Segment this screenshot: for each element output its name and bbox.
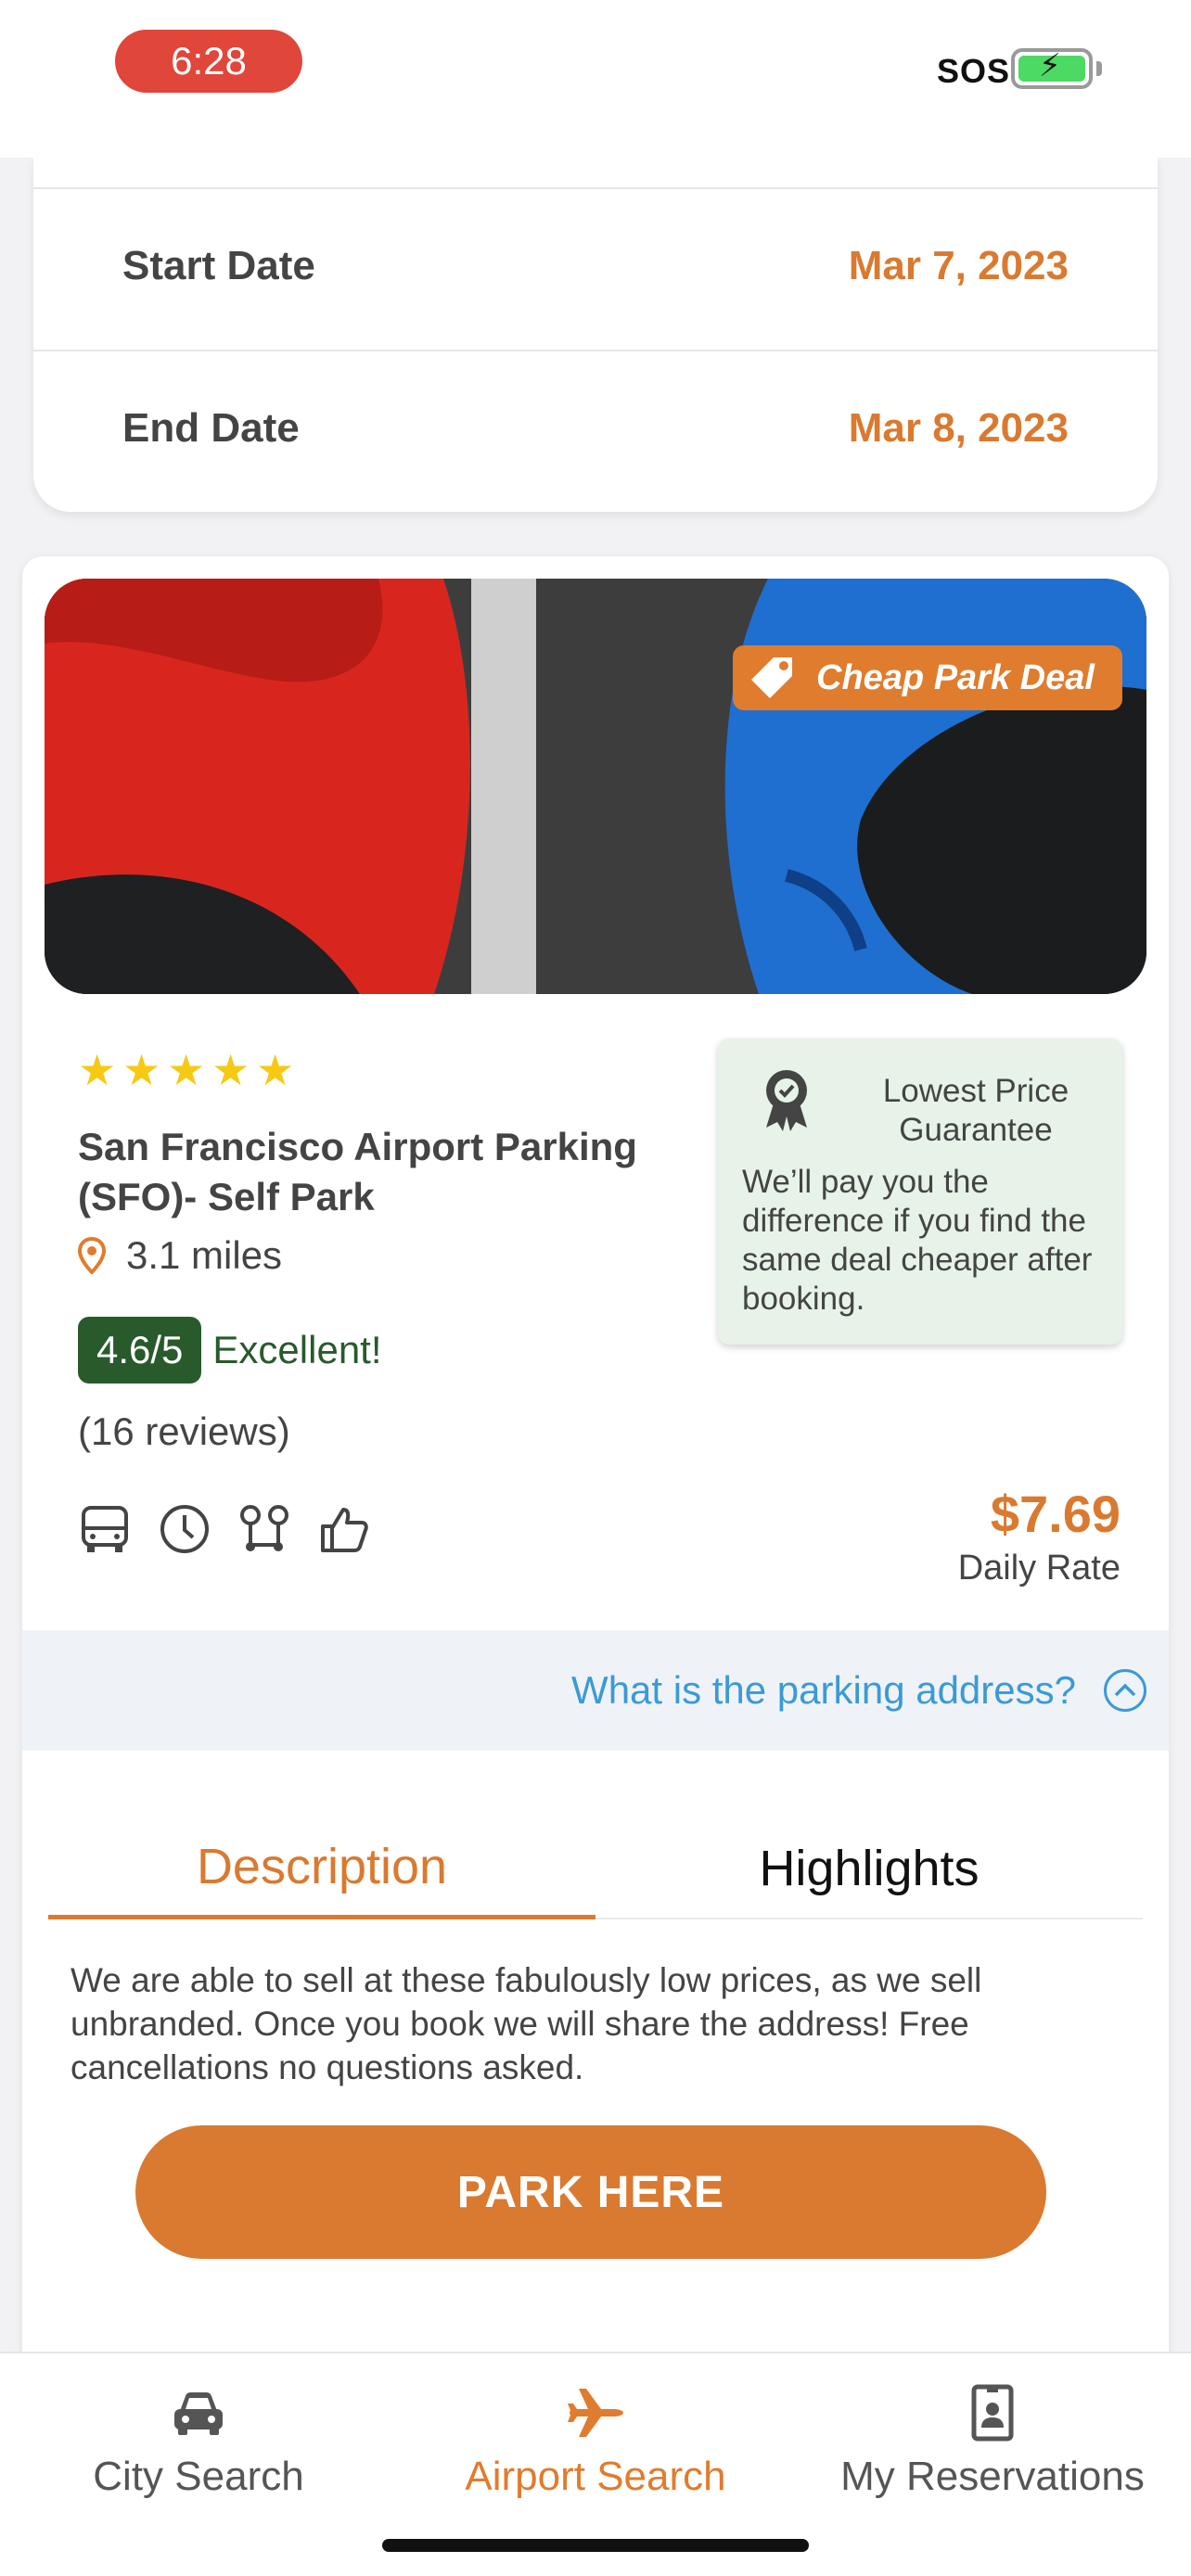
deal-tag-label: Cheap Park Deal	[816, 657, 1095, 697]
battery-nub	[1096, 61, 1102, 76]
status-time: 6:28	[115, 30, 302, 93]
price-guarantee-box: Lowest Price Guarantee We’ll pay you the…	[718, 1039, 1122, 1345]
route-icon	[240, 1505, 288, 1551]
park-here-button[interactable]: PARK HERE	[135, 2125, 1046, 2259]
reviews-count[interactable]: (16 reviews)	[78, 1409, 290, 1454]
rating-row: 4.6/5 Excellent!	[78, 1317, 382, 1384]
battery-icon: ⚡	[1011, 48, 1093, 89]
carrier-label: SOS	[937, 52, 1011, 90]
address-question-link[interactable]: What is the parking address?	[571, 1668, 1076, 1713]
address-question-bar[interactable]: What is the parking address?	[22, 1630, 1169, 1751]
end-date-value[interactable]: Mar 8, 2023	[849, 405, 1069, 452]
end-date-row[interactable]: End Date Mar 8, 2023	[33, 350, 1158, 512]
guarantee-title: Lowest Price Guarantee	[882, 1073, 1069, 1148]
award-ribbon-icon	[766, 1070, 807, 1131]
daily-price: $7.69	[990, 1485, 1121, 1543]
chevron-up-icon[interactable]	[1104, 1669, 1146, 1712]
status-bar: 6:28 SOS ⚡	[0, 0, 1191, 158]
star-icon: ★	[256, 1046, 295, 1094]
id-badge-icon	[971, 2384, 1014, 2442]
car-icon	[174, 2392, 223, 2435]
screen: 6:28 SOS ⚡ Start Date Mar 7, 2023 End Da…	[0, 0, 1191, 2576]
home-indicator[interactable]	[382, 2539, 809, 2552]
star-rating: ★ ★ ★ ★ ★	[78, 1046, 295, 1094]
tab-highlights[interactable]: Highlights	[596, 1817, 1143, 1919]
nav-airport-search[interactable]: Airport Search	[397, 2363, 794, 2520]
rating-word: Excellent!	[212, 1328, 382, 1371]
clock-icon	[160, 1505, 209, 1553]
parking-lot-photo: Cheap Park Deal	[45, 579, 1146, 994]
start-date-value[interactable]: Mar 7, 2023	[849, 243, 1069, 289]
star-icon: ★	[122, 1046, 161, 1094]
star-icon: ★	[167, 1046, 206, 1094]
star-icon: ★	[78, 1046, 117, 1094]
lot-name[interactable]: San Francisco Airport Parking (SFO)- Sel…	[78, 1122, 727, 1222]
nav-city-search[interactable]: City Search	[0, 2363, 397, 2520]
dates-card: Start Date Mar 7, 2023 End Date Mar 8, 2…	[33, 158, 1158, 512]
thumbs-up-icon	[321, 1508, 368, 1552]
tag-icon	[751, 657, 792, 698]
cars-illustration	[45, 579, 1146, 994]
location-pin-icon	[78, 1237, 106, 1274]
rating-score-badge: 4.6/5	[78, 1317, 202, 1384]
end-date-label: End Date	[122, 405, 300, 451]
guarantee-body: We’ll pay you the difference if you find…	[742, 1164, 1093, 1317]
info-tabs: Description Highlights	[48, 1817, 1143, 1919]
deal-tag: Cheap Park Deal	[733, 645, 1122, 710]
parking-lot-card: Cheap Park Deal ★ ★ ★ ★ ★ San Francisco …	[22, 556, 1169, 2411]
airplane-icon	[568, 2389, 623, 2437]
nav-my-reservations[interactable]: My Reservations	[794, 2363, 1191, 2520]
start-date-label: Start Date	[122, 243, 315, 288]
nav-airport-search-label: Airport Search	[465, 2454, 726, 2499]
distance-value: 3.1 miles	[126, 1233, 283, 1277]
nav-my-reservations-label: My Reservations	[840, 2454, 1145, 2499]
daily-rate-label: Daily Rate	[957, 1549, 1121, 1588]
description-text: We are able to sell at these fabulously …	[70, 1961, 982, 2086]
star-icon: ★	[211, 1046, 250, 1094]
bus-icon	[82, 1506, 128, 1552]
distance: 3.1 miles	[78, 1233, 282, 1278]
amenity-icons	[78, 1502, 371, 1556]
tab-description[interactable]: Description	[48, 1817, 596, 1919]
nav-city-search-label: City Search	[93, 2454, 304, 2499]
start-date-row[interactable]: Start Date Mar 7, 2023	[33, 187, 1158, 350]
